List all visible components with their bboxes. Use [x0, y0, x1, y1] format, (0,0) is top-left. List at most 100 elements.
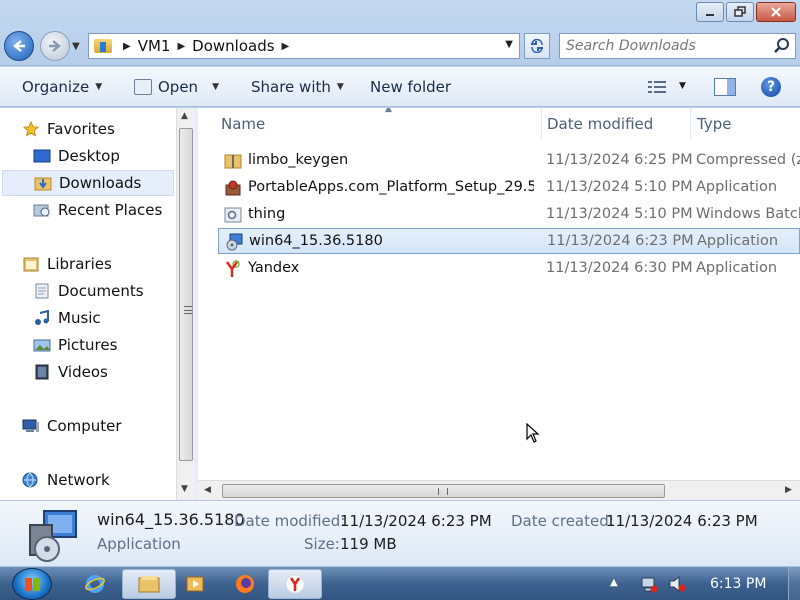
show-hidden-icons-button[interactable]: ▲ [610, 577, 628, 595]
setup-icon [226, 233, 243, 251]
details-date-created-label: Date created: [511, 512, 614, 530]
column-header-type[interactable]: Type [691, 108, 800, 140]
file-list-horizontal-scrollbar[interactable]: ◀ ▶ [198, 480, 800, 500]
maximize-button[interactable] [726, 2, 754, 22]
taskbar-firefox[interactable] [218, 569, 272, 599]
search-input[interactable] [566, 38, 766, 54]
file-type: Application [697, 233, 779, 249]
file-list: ▲ Name Date modified Type limbo_keygen 1… [198, 108, 800, 500]
back-button[interactable] [4, 31, 34, 61]
file-date: 11/13/2024 6:30 PM [546, 260, 692, 276]
taskbar-media-player[interactable] [168, 569, 222, 599]
file-date: 11/13/2024 6:23 PM [547, 233, 693, 249]
zip-folder-icon [224, 154, 242, 169]
new-folder-button[interactable]: New folder [370, 78, 451, 96]
details-date-modified-label: Date modified: [234, 512, 346, 530]
scroll-left-icon[interactable]: ◀ [204, 485, 211, 495]
preview-pane-icon[interactable] [714, 78, 736, 96]
breadcrumb-separator[interactable]: ▶ [123, 41, 131, 52]
scrollbar-thumb[interactable] [179, 128, 193, 461]
yandex-icon [226, 260, 240, 277]
column-date-label: Date modified [547, 115, 654, 133]
documents-icon [35, 283, 49, 299]
breadcrumb-vm1[interactable]: VM1 [138, 37, 171, 55]
dropdown-arrow-icon: ▼ [95, 82, 103, 92]
change-view-icon[interactable] [647, 79, 667, 95]
file-type: Compressed (zi [696, 152, 800, 168]
pictures-icon [33, 339, 51, 352]
nav-computer[interactable]: Computer [22, 413, 172, 439]
nav-desktop[interactable]: Desktop [33, 143, 173, 169]
nav-music[interactable]: Music [33, 305, 173, 331]
scroll-up-icon[interactable]: ▲ [181, 111, 188, 121]
nav-videos[interactable]: Videos [33, 359, 173, 385]
taskbar-internet-explorer[interactable] [68, 569, 122, 599]
nav-pictures-label: Pictures [58, 336, 118, 354]
forward-button[interactable] [40, 31, 70, 61]
file-row[interactable]: PortableApps.com_Platform_Setup_29.5.3..… [218, 175, 800, 201]
share-with-menu[interactable]: Share with ▼ [251, 78, 344, 96]
file-name: PortableApps.com_Platform_Setup_29.5.3..… [248, 179, 534, 195]
file-name: thing [248, 206, 286, 222]
nav-pictures[interactable]: Pictures [33, 332, 173, 358]
breadcrumb-separator[interactable]: ▶ [282, 41, 290, 52]
scroll-right-icon[interactable]: ▶ [785, 485, 792, 495]
media-player-icon [186, 576, 204, 592]
start-button[interactable] [12, 568, 52, 600]
nav-libraries[interactable]: Libraries [22, 251, 172, 277]
dropdown-arrow-icon[interactable]: ▼ [212, 82, 219, 92]
organize-menu[interactable]: Organize ▼ [22, 78, 102, 96]
file-row-selected[interactable]: win64_15.36.5180 11/13/2024 6:23 PM Appl… [218, 228, 800, 254]
nav-documents[interactable]: Documents [33, 278, 173, 304]
taskbar: ▲ 6:13 PM [0, 566, 800, 600]
details-file-name: win64_15.36.5180 [97, 510, 245, 529]
file-row[interactable]: limbo_keygen 11/13/2024 6:25 PM Compress… [218, 148, 800, 174]
open-button[interactable]: Open ▼ [134, 78, 219, 96]
file-row[interactable]: Yandex 11/13/2024 6:30 PM Application [218, 256, 800, 282]
address-dropdown[interactable]: ▼ [505, 39, 513, 50]
file-date: 11/13/2024 5:10 PM [546, 206, 692, 222]
close-button[interactable] [756, 2, 796, 22]
internet-explorer-icon [85, 575, 105, 593]
nav-downloads-label: Downloads [59, 174, 142, 192]
nav-network[interactable]: Network [22, 467, 172, 493]
volume-muted-icon[interactable] [668, 575, 686, 593]
search-icon[interactable] [773, 37, 791, 55]
open-label: Open [158, 78, 199, 96]
breadcrumb-separator[interactable]: ▶ [177, 41, 185, 52]
nav-downloads[interactable]: Downloads [2, 170, 174, 196]
address-bar[interactable]: ▶ VM1 ▶ Downloads ▶ ▼ [88, 33, 520, 59]
star-icon [22, 121, 40, 137]
search-box[interactable] [559, 33, 796, 59]
minimize-button[interactable] [696, 2, 724, 22]
breadcrumb-downloads[interactable]: Downloads [192, 37, 274, 55]
column-type-label: Type [697, 115, 732, 133]
refresh-button[interactable] [524, 33, 550, 59]
nav-libraries-label: Libraries [47, 255, 112, 273]
file-row[interactable]: thing 11/13/2024 5:10 PM Windows Batch [218, 202, 800, 228]
view-options-dropdown[interactable]: ▼ [679, 81, 686, 91]
nav-favorites[interactable]: Favorites [22, 116, 172, 142]
nav-recent-places[interactable]: Recent Places [33, 197, 173, 223]
forward-arrow-icon [49, 40, 61, 52]
column-header-date-modified[interactable]: Date modified [541, 108, 691, 140]
scrollbar-thumb[interactable] [222, 484, 665, 498]
navigation-pane: Favorites Desktop Downloads Recent Place… [0, 108, 178, 500]
recent-pages-dropdown[interactable]: ▼ [72, 41, 80, 52]
navigation-pane-scrollbar[interactable]: ▲ ▼ [176, 108, 194, 500]
show-desktop-button[interactable] [788, 567, 800, 600]
details-date-created-value: 11/13/2024 6:23 PM [606, 512, 758, 530]
nav-desktop-label: Desktop [58, 147, 120, 165]
organize-label: Organize [22, 78, 90, 96]
network-status-icon[interactable] [640, 575, 658, 593]
system-clock[interactable]: 6:13 PM [710, 576, 766, 592]
libraries-icon [23, 257, 39, 272]
column-header-name[interactable]: ▲ Name [215, 108, 542, 140]
batch-file-icon [224, 207, 242, 223]
scroll-down-icon[interactable]: ▼ [181, 484, 188, 494]
minimize-icon [706, 14, 714, 16]
help-icon[interactable]: ? [761, 77, 781, 97]
sort-ascending-icon: ▲ [385, 108, 392, 114]
details-date-modified-value: 11/13/2024 6:23 PM [340, 512, 492, 530]
taskbar-yandex-browser[interactable] [268, 569, 322, 599]
